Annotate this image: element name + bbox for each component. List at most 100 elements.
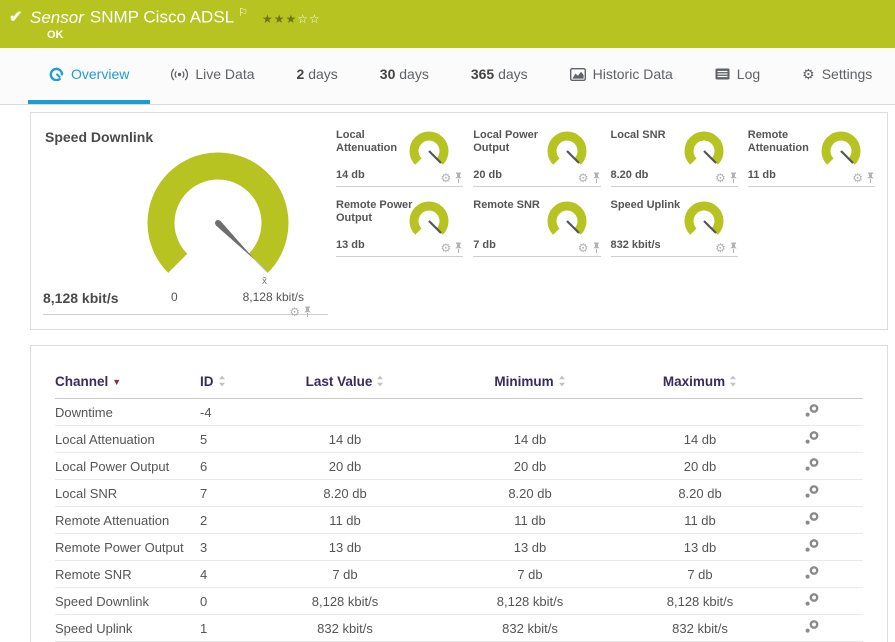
channel-settings-icon[interactable]	[804, 511, 820, 529]
channel-id: 7	[200, 479, 270, 507]
tab-log[interactable]: Log	[694, 48, 781, 104]
pin-icon[interactable]	[592, 242, 601, 254]
main-gauge-title: Speed Downlink	[45, 129, 154, 145]
channel-id: 3	[200, 533, 270, 561]
mini-gauge-dial	[547, 201, 586, 235]
stars-filled[interactable]: ★★★	[262, 12, 297, 26]
channel-settings-icon[interactable]	[804, 565, 820, 583]
table-row: Local SNR 7 8.20 db 8.20 db 8.20 db	[55, 479, 863, 507]
pin-icon[interactable]	[729, 242, 738, 254]
pin-icon[interactable]	[454, 172, 463, 184]
channel-id: 5	[200, 425, 270, 453]
column-header-maximum[interactable]: Maximum	[640, 374, 760, 399]
mini-gauge-label: Speed Uplink	[610, 199, 681, 211]
channel-maximum: 8.20 db	[640, 479, 760, 507]
channel-settings-icon[interactable]	[804, 538, 820, 556]
channel-settings-icon[interactable]	[804, 592, 820, 610]
gauge-icon	[49, 67, 64, 81]
mini-gauge-local-snr: Local SNR 8.20 db ⚙	[610, 126, 738, 187]
table-header-row: Channel ▼ ID Last Value Minimum Maximum	[55, 374, 863, 399]
pin-icon[interactable]	[729, 172, 738, 184]
channel-maximum: 20 db	[640, 452, 760, 480]
gauge-settings-gear-icon[interactable]: ⚙	[578, 242, 589, 254]
tab-label: days	[494, 66, 528, 82]
mini-gauge-dial	[409, 201, 449, 235]
channel-settings-icon[interactable]	[804, 619, 820, 637]
gauge-settings-gear-icon[interactable]: ⚙	[852, 172, 863, 184]
tab-label: days	[304, 66, 338, 82]
sensor-kind-label: Sensor	[30, 7, 84, 27]
gauge-settings-gear-icon[interactable]: ⚙	[715, 242, 726, 254]
gauge-settings-gear-icon[interactable]: ⚙	[289, 306, 300, 318]
channel-maximum: 8,128 kbit/s	[640, 587, 760, 615]
column-header-actions	[760, 374, 863, 399]
gauge-scale-min: 0	[171, 290, 178, 304]
flag-icon[interactable]: ⚐	[238, 7, 248, 19]
tab-live-data[interactable]: Live Data	[150, 48, 275, 104]
channel-last-value: 832 kbit/s	[270, 614, 420, 642]
channel-id: 6	[200, 452, 270, 480]
mini-gauge-grid: Local Attenuation 14 db ⚙ Local Power Ou…	[328, 121, 875, 321]
tab-label: Log	[736, 66, 761, 82]
mini-gauge-value: 832 kbit/s	[610, 239, 661, 251]
stars-empty[interactable]: ☆☆	[297, 12, 321, 26]
channel-minimum: 832 kbit/s	[420, 614, 640, 642]
channel-id: 1	[200, 614, 270, 642]
column-header-channel[interactable]: Channel ▼	[55, 374, 200, 399]
mini-gauge-label: Local SNR	[610, 129, 666, 141]
channel-minimum: 11 db	[420, 506, 640, 534]
column-header-last-value[interactable]: Last Value	[270, 374, 420, 399]
pin-icon[interactable]	[454, 242, 463, 254]
mini-gauge-remote-attenuation: Remote Attenuation 11 db ⚙	[747, 126, 875, 187]
mini-gauge-remote-power-output: Remote Power Output 13 db ⚙	[336, 196, 464, 257]
column-header-id[interactable]: ID	[200, 374, 270, 399]
channel-last-value: 11 db	[270, 506, 420, 534]
table-row: Local Power Output 6 20 db 20 db 20 db	[55, 452, 863, 480]
main-gauge-speed-downlink: Speed Downlink x̄ 8,128 kbit/s 0 8,128 k…	[43, 121, 328, 318]
sort-icon	[218, 375, 225, 387]
table-row: Speed Downlink 0 8,128 kbit/s 8,128 kbit…	[55, 587, 863, 615]
gauge-settings-gear-icon[interactable]: ⚙	[578, 172, 589, 184]
mini-gauge-local-power-output: Local Power Output 20 db ⚙	[473, 126, 601, 187]
tab-365-days[interactable]: 365 days	[450, 48, 549, 104]
channel-last-value: 8,128 kbit/s	[270, 587, 420, 615]
gauge-settings-gear-icon[interactable]: ⚙	[440, 172, 451, 184]
tab-30-days[interactable]: 30 days	[359, 48, 450, 104]
tab-overview[interactable]: Overview	[28, 48, 151, 104]
mini-gauge-value: 14 db	[336, 169, 365, 181]
mini-gauge-value: 11 db	[747, 169, 776, 181]
channel-name: Remote Attenuation	[55, 506, 200, 534]
mini-gauge-dial	[684, 131, 724, 165]
channel-settings-icon[interactable]	[804, 403, 820, 421]
tab-label-number: 365	[470, 66, 495, 82]
tab-settings[interactable]: ⚙ Settings	[781, 48, 893, 104]
mini-gauge-value: 20 db	[473, 169, 502, 181]
tab-historic-data[interactable]: Historic Data	[549, 48, 694, 104]
pin-icon[interactable]	[303, 306, 312, 318]
channel-maximum: 11 db	[640, 506, 760, 534]
speed-downlink-gauge: x̄	[147, 152, 289, 287]
mini-gauge-value: 13 db	[336, 239, 365, 251]
gauge-settings-gear-icon[interactable]: ⚙	[440, 242, 451, 254]
channel-settings-icon[interactable]	[804, 457, 820, 475]
tab-bar: Overview Live Data 2 days 30 days 365 da…	[0, 48, 895, 105]
channel-settings-icon[interactable]	[804, 430, 820, 448]
channel-minimum: 7 db	[420, 560, 640, 588]
column-header-minimum[interactable]: Minimum	[420, 374, 640, 399]
gauge-settings-gear-icon[interactable]: ⚙	[715, 172, 726, 184]
tab-2-days[interactable]: 2 days	[276, 48, 359, 104]
mini-gauge-label: Remote SNR	[473, 199, 540, 211]
tab-label: Settings	[821, 66, 873, 82]
channel-name: Local Power Output	[55, 452, 200, 480]
table-row: Remote Power Output 3 13 db 13 db 13 db	[55, 533, 863, 561]
channel-last-value: 13 db	[270, 533, 420, 561]
mini-gauge-dial	[821, 131, 861, 165]
pin-icon[interactable]	[866, 172, 875, 184]
channel-settings-icon[interactable]	[804, 484, 820, 502]
tab-label: Live Data	[195, 66, 255, 82]
channel-maximum: 7 db	[640, 560, 760, 588]
priority-stars[interactable]: ★★★☆☆	[262, 12, 321, 26]
channel-last-value: 14 db	[270, 425, 420, 453]
pin-icon[interactable]	[592, 172, 601, 184]
status-badge: OK	[47, 29, 64, 41]
